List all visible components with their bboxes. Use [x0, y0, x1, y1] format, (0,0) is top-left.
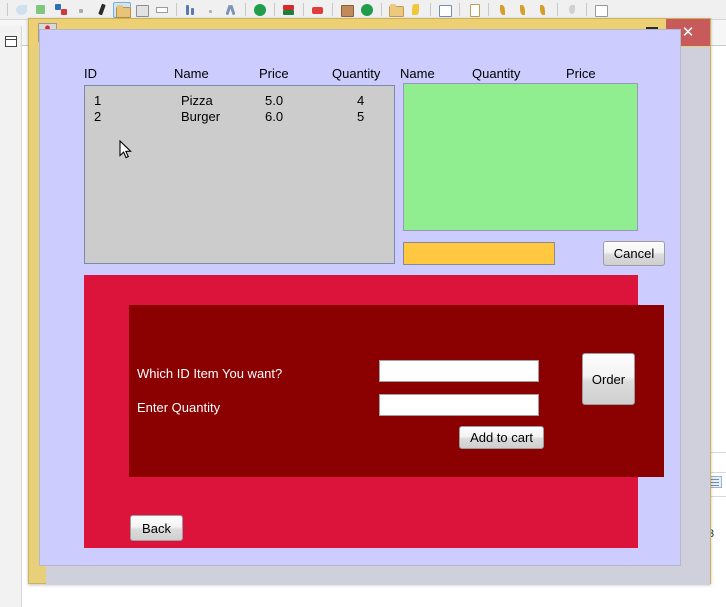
green-circle-icon[interactable]: [251, 2, 269, 18]
cursor-icon[interactable]: [13, 2, 31, 18]
product-header-name: Name: [174, 66, 209, 81]
arrow-3-icon[interactable]: [534, 2, 552, 18]
background-left-strip: [0, 26, 22, 607]
cell-name: Pizza: [181, 93, 213, 108]
separator: [303, 3, 304, 16]
separator: [245, 3, 246, 16]
check-icon[interactable]: [33, 2, 51, 18]
shapes-icon[interactable]: [53, 2, 71, 18]
separator: [7, 3, 8, 16]
order-form-inner-panel: Which ID Item You want? Enter Quantity A…: [129, 305, 664, 477]
quantity-label: Enter Quantity: [137, 400, 220, 415]
dot-icon[interactable]: [73, 2, 91, 18]
arrow-2-icon[interactable]: [514, 2, 532, 18]
main-content-panel: ID Name Price Quantity Name Quantity Pri…: [39, 29, 681, 566]
window-2-icon[interactable]: [592, 2, 610, 18]
chart-icon[interactable]: [182, 2, 200, 18]
cell-quantity: 4: [357, 93, 364, 108]
separator: [430, 3, 431, 16]
cell-id: 1: [94, 93, 101, 108]
window-icon: [5, 36, 17, 47]
separator: [459, 3, 460, 16]
close-icon: ✕: [682, 25, 695, 40]
product-header-price: Price: [259, 66, 289, 81]
separator: [381, 3, 382, 16]
back-button[interactable]: Back: [130, 515, 183, 541]
cell-id: 2: [94, 109, 101, 124]
dot-2-icon[interactable]: [202, 2, 220, 18]
add-to-cart-button[interactable]: Add to cart: [459, 426, 544, 449]
cart-header-price: Price: [566, 66, 596, 81]
quantity-input[interactable]: [379, 394, 539, 416]
product-list-panel[interactable]: 1 Pizza 5.0 4 2 Burger 6.0 5: [84, 85, 395, 264]
cell-quantity: 5: [357, 109, 364, 124]
cell-price: 6.0: [265, 109, 283, 124]
cart-list-panel[interactable]: [403, 83, 638, 231]
pointer-icon[interactable]: [563, 2, 581, 18]
product-header-id: ID: [84, 66, 97, 81]
table-row[interactable]: 1 Pizza 5.0 4: [85, 93, 394, 108]
cell-name: Burger: [181, 109, 220, 124]
cart-header-name: Name: [400, 66, 435, 81]
cell-price: 5.0: [265, 93, 283, 108]
green-circle-2-icon[interactable]: [358, 2, 376, 18]
lightning-icon[interactable]: [407, 2, 425, 18]
product-header-quantity: Quantity: [332, 66, 380, 81]
image-icon[interactable]: [133, 2, 151, 18]
arrow-icon[interactable]: [494, 2, 512, 18]
total-price-field[interactable]: [403, 242, 555, 265]
scissors-icon[interactable]: [222, 2, 240, 18]
item-id-label: Which ID Item You want?: [137, 366, 282, 381]
red-box-icon[interactable]: [309, 2, 327, 18]
separator: [488, 3, 489, 16]
item-id-input[interactable]: [379, 360, 539, 382]
separator: [274, 3, 275, 16]
input-box-icon[interactable]: [153, 2, 171, 18]
folder-icon[interactable]: [387, 2, 405, 18]
page-icon[interactable]: [465, 2, 483, 18]
screenshot-root: » 3: [0, 0, 726, 607]
table-row[interactable]: 2 Burger 6.0 5: [85, 109, 394, 124]
order-form-panel: Which ID Item You want? Enter Quantity A…: [84, 275, 638, 548]
cart-header-quantity: Quantity: [472, 66, 520, 81]
separator: [176, 3, 177, 16]
pen-icon[interactable]: [93, 2, 111, 18]
legend-icon[interactable]: [436, 2, 454, 18]
separator: [332, 3, 333, 16]
flag-icon[interactable]: [280, 2, 298, 18]
folder-open-icon[interactable]: [113, 2, 131, 18]
separator: [586, 3, 587, 16]
separator: [557, 3, 558, 16]
cancel-button[interactable]: Cancel: [603, 241, 665, 266]
book-icon[interactable]: [338, 2, 356, 18]
order-button[interactable]: Order: [582, 353, 635, 405]
background-toolbar: [0, 0, 726, 20]
